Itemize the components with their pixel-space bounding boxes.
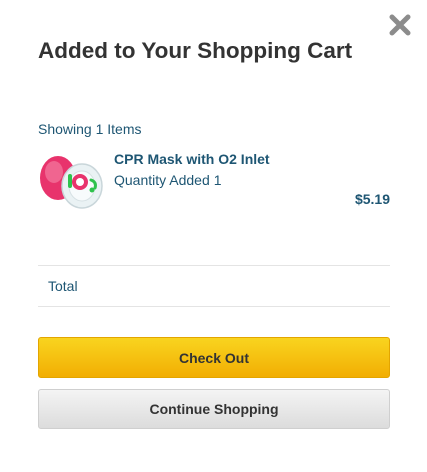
- cpr-mask-product-image: [40, 156, 103, 209]
- item-price: $5.19: [354, 191, 390, 207]
- close-icon: [389, 14, 411, 36]
- close-button[interactable]: [387, 12, 413, 38]
- check-out-button[interactable]: Check Out: [38, 337, 390, 378]
- items-count-text: Showing 1 Items: [38, 121, 142, 137]
- product-name-link[interactable]: CPR Mask with O2 Inlet: [114, 151, 270, 167]
- continue-shopping-button[interactable]: Continue Shopping: [38, 389, 390, 429]
- quantity-value: 1: [213, 172, 222, 188]
- divider: [38, 306, 390, 307]
- quantity-label: Quantity Added: [114, 172, 210, 188]
- divider: [38, 265, 390, 266]
- quantity-added: Quantity Added 1: [114, 172, 222, 188]
- product-thumbnail[interactable]: [36, 150, 106, 214]
- total-label: Total: [48, 278, 78, 294]
- modal-title: Added to Your Shopping Cart: [38, 38, 353, 63]
